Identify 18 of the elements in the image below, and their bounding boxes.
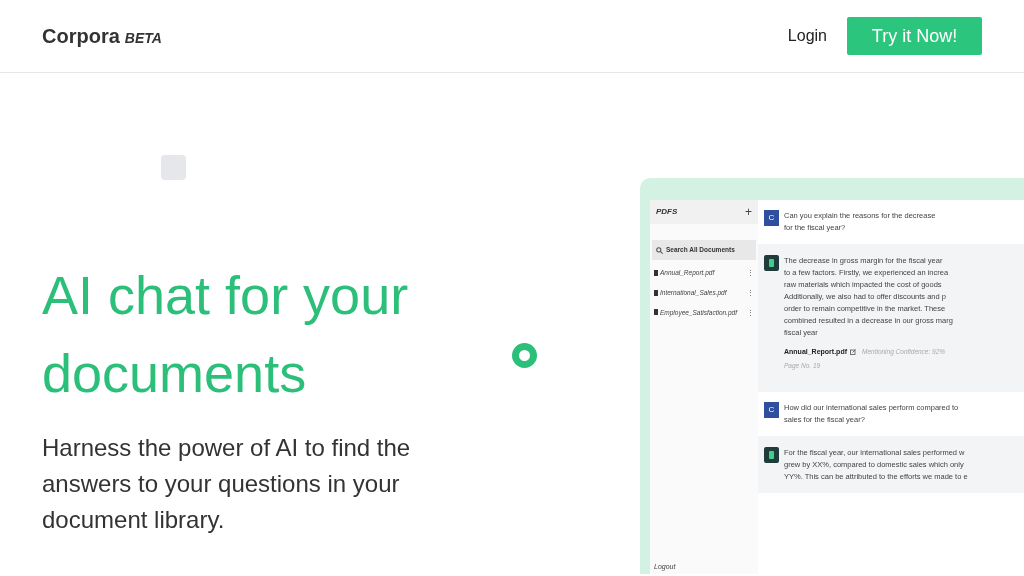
add-button[interactable]: +	[745, 203, 752, 221]
square-decoration	[161, 155, 186, 180]
sidebar-title: PDFS	[656, 206, 678, 218]
ring-decoration	[512, 343, 537, 368]
login-link[interactable]: Login	[787, 24, 827, 48]
document-avatar-icon	[764, 255, 779, 271]
beta-label: BETA	[124, 29, 162, 48]
user-avatar: C	[764, 402, 779, 419]
file-icon	[654, 269, 658, 276]
hero-description: Harness the power of AI to find the answers to your questions in your document library.	[42, 433, 412, 535]
document-avatar-icon	[764, 447, 779, 464]
external-link-icon	[850, 349, 856, 356]
file-icon	[654, 289, 658, 296]
user-avatar: C	[764, 210, 779, 226]
search-icon	[656, 246, 663, 254]
hero-heading: AI chat for your documents	[42, 264, 410, 405]
logo-text[interactable]: Corpora	[42, 21, 120, 51]
file-icon	[654, 309, 658, 316]
